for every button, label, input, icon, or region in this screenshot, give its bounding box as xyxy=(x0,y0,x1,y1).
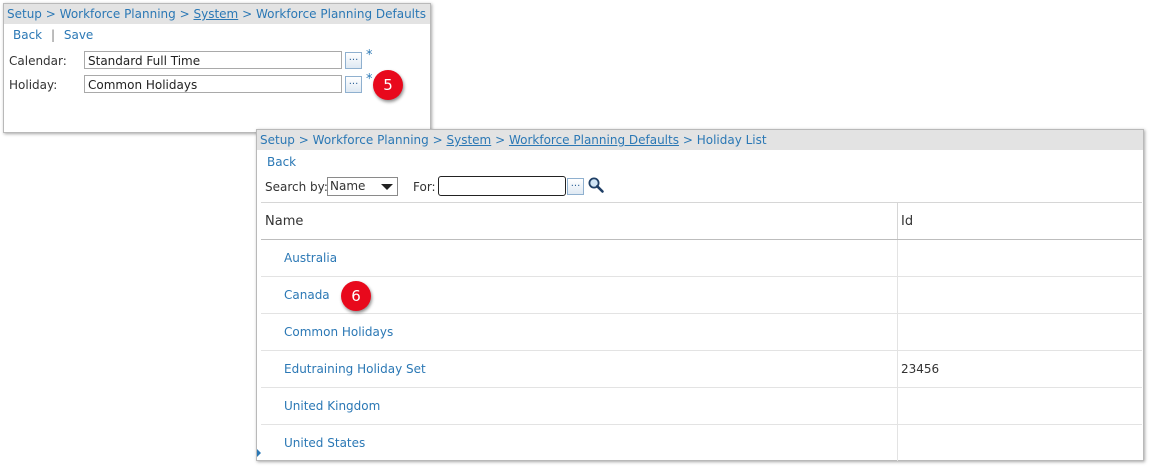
row-pointer-icon xyxy=(257,449,261,457)
required-marker: * xyxy=(366,72,373,87)
holiday-list-panel: Setup > Workforce Planning > System > Wo… xyxy=(256,129,1144,461)
workforce-defaults-panel: Setup > Workforce Planning > System > Wo… xyxy=(3,3,431,133)
holiday-name-link[interactable]: Common Holidays xyxy=(284,325,393,339)
search-by-value: Name xyxy=(330,179,366,193)
back-link[interactable]: Back xyxy=(267,155,296,169)
breadcrumb-workforce-planning[interactable]: Workforce Planning xyxy=(313,133,429,147)
holiday-name-link[interactable]: Edutraining Holiday Set xyxy=(284,362,426,376)
table-row[interactable]: Australia xyxy=(261,240,1142,277)
table-row[interactable]: United Kingdom xyxy=(261,388,1142,425)
back-link[interactable]: Back xyxy=(13,28,42,42)
search-browse-button[interactable]: ... xyxy=(567,178,584,195)
breadcrumb-system-link[interactable]: System xyxy=(446,133,491,147)
step-marker-6: 6 xyxy=(341,281,371,311)
holiday-field[interactable]: Common Holidays xyxy=(84,75,342,93)
holiday-label: Holiday: xyxy=(9,78,58,92)
table-row[interactable]: Common Holidays xyxy=(261,314,1142,351)
required-marker: * xyxy=(366,48,373,63)
column-header-name[interactable]: Name xyxy=(265,214,303,229)
holiday-browse-button[interactable]: ... xyxy=(345,76,362,93)
action-links: Back | Save xyxy=(13,28,93,42)
table-row[interactable]: Canada xyxy=(261,277,1142,314)
dropdown-arrow-icon xyxy=(381,184,393,190)
breadcrumb-current: Holiday List xyxy=(696,133,767,147)
breadcrumb-separator: > xyxy=(45,7,56,21)
breadcrumb: Setup > Workforce Planning > System > Wo… xyxy=(4,4,430,24)
column-header-id[interactable]: Id xyxy=(901,214,913,229)
column-divider xyxy=(897,203,898,239)
holiday-table: Name Id Australia Canada Common Holidays… xyxy=(261,202,1142,461)
action-separator: | xyxy=(50,28,56,42)
table-header: Name Id xyxy=(261,202,1142,240)
holiday-name-link[interactable]: United Kingdom xyxy=(284,399,380,413)
breadcrumb-separator: > xyxy=(432,133,443,147)
breadcrumb-separator: > xyxy=(495,133,506,147)
search-icon[interactable] xyxy=(587,176,605,194)
calendar-row: Calendar: Standard Full Time ... * xyxy=(9,48,429,71)
breadcrumb-workforce-planning[interactable]: Workforce Planning xyxy=(60,7,176,21)
breadcrumb-separator: > xyxy=(682,133,693,147)
calendar-browse-button[interactable]: ... xyxy=(345,52,362,69)
column-divider xyxy=(897,277,898,313)
for-label: For: xyxy=(413,180,436,194)
column-divider xyxy=(897,388,898,424)
holiday-id: 23456 xyxy=(901,362,940,376)
column-divider xyxy=(897,425,898,461)
breadcrumb-separator: > xyxy=(179,7,190,21)
column-divider xyxy=(897,314,898,350)
search-by-label: Search by: xyxy=(265,180,328,194)
holiday-name-link[interactable]: Canada xyxy=(284,288,330,302)
calendar-label: Calendar: xyxy=(9,54,67,68)
breadcrumb-defaults-link[interactable]: Workforce Planning Defaults xyxy=(509,133,679,147)
search-bar: Search by: Name For: ... xyxy=(265,176,865,198)
search-input[interactable] xyxy=(438,176,566,196)
breadcrumb-separator: > xyxy=(298,133,309,147)
holiday-name-link[interactable]: United States xyxy=(284,436,365,450)
breadcrumb-separator: > xyxy=(242,7,253,21)
breadcrumb-current: Workforce Planning Defaults xyxy=(255,7,426,21)
breadcrumb: Setup > Workforce Planning > System > Wo… xyxy=(257,130,1143,150)
save-link[interactable]: Save xyxy=(64,28,93,42)
search-by-select[interactable]: Name xyxy=(327,177,398,196)
holiday-row: Holiday: Common Holidays ... * xyxy=(9,72,429,95)
table-row[interactable]: United States xyxy=(261,425,1142,461)
breadcrumb-setup[interactable]: Setup xyxy=(7,7,42,21)
breadcrumb-setup[interactable]: Setup xyxy=(260,133,295,147)
breadcrumb-system-link[interactable]: System xyxy=(193,7,238,21)
column-divider xyxy=(897,351,898,387)
step-marker-5: 5 xyxy=(373,70,403,100)
holiday-name-link[interactable]: Australia xyxy=(284,251,337,265)
calendar-field[interactable]: Standard Full Time xyxy=(84,51,342,69)
column-divider xyxy=(897,240,898,276)
table-row[interactable]: Edutraining Holiday Set 23456 xyxy=(261,351,1142,388)
